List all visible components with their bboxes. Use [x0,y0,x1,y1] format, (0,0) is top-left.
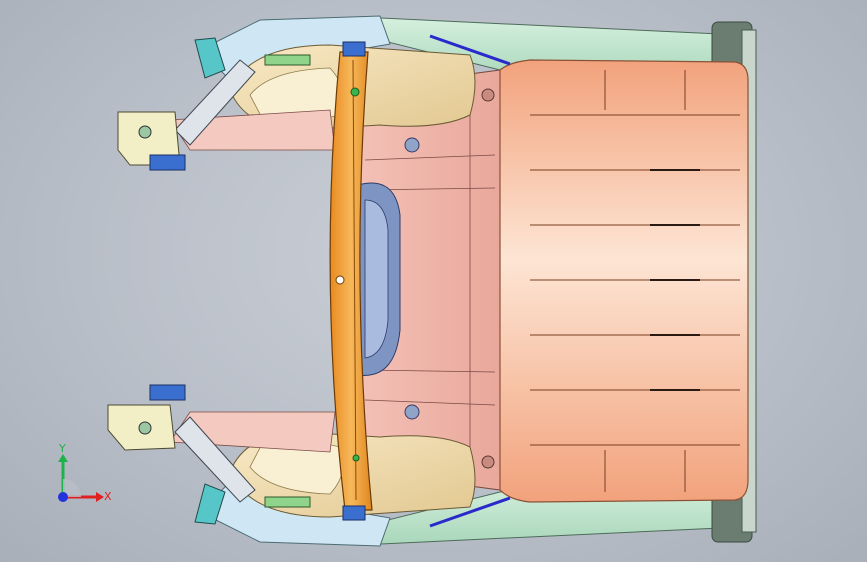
x-axis-label: X [104,490,112,503]
z-axis-dot [58,492,68,502]
cad-viewport[interactable]: X Y [0,0,867,562]
y-axis-label: Y [58,442,66,455]
car-body-model[interactable]: X Y [0,0,867,562]
rear-floor-panel[interactable] [499,59,749,503]
axis-triad: X Y [58,442,112,503]
